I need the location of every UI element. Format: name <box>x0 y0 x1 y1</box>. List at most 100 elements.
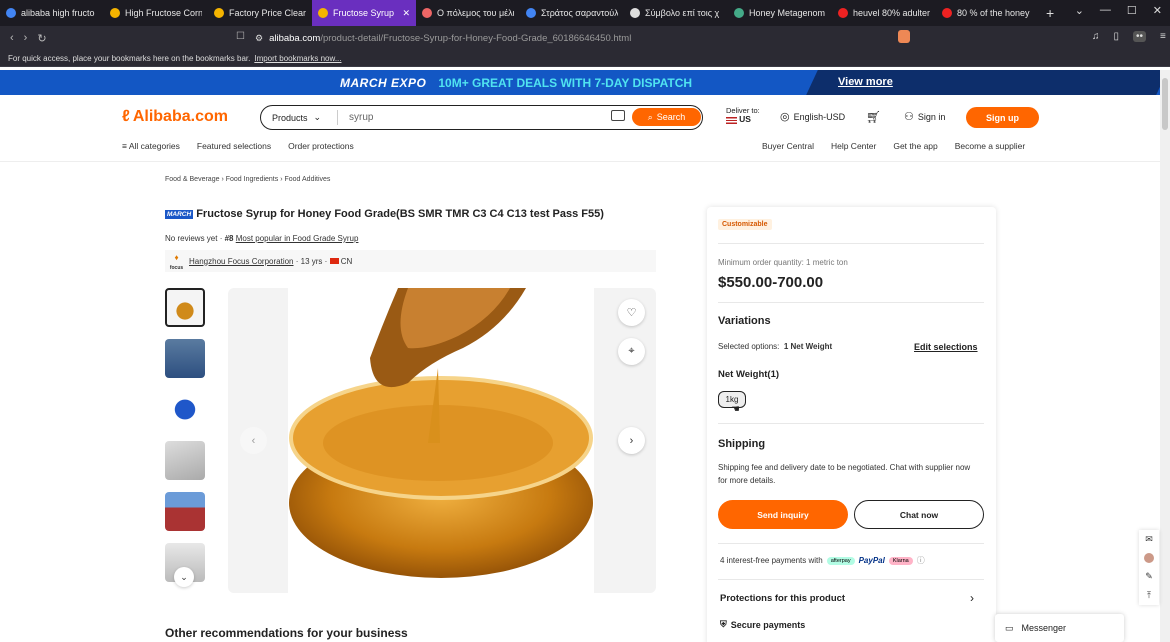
browser-tab[interactable]: Σύμβολο επί τοις χ <box>624 0 728 26</box>
tab-title: High Fructose Corn <box>125 8 202 18</box>
alibaba-logo[interactable]: ℓ Alibaba.com <box>122 108 228 126</box>
browser-tab[interactable]: Ο πόλεμος του μέλι <box>416 0 520 26</box>
search-category-label: Products <box>272 112 308 123</box>
chevron-right-icon[interactable]: › <box>618 427 645 454</box>
browser-tab-strip: alibaba high fructo High Fructose Corn Fac… <box>0 0 1170 26</box>
breadcrumb-item[interactable]: Food Additives <box>285 176 331 183</box>
sidebar-icon[interactable]: ▯ <box>1114 31 1120 42</box>
supplier-link[interactable]: Hangzhou Focus Corporation <box>189 257 294 266</box>
browser-tab[interactable]: High Fructose Corn <box>104 0 208 26</box>
avatar[interactable] <box>1144 553 1154 563</box>
protections-heading[interactable]: Protections for this product <box>720 593 845 604</box>
supplier-years: 13 yrs <box>300 256 323 266</box>
reviews-line: No reviews yet · #8 Most popular in Food… <box>165 234 359 243</box>
chevron-down-icon[interactable]: ⌄ <box>1075 4 1084 17</box>
page-scrollbar[interactable] <box>1160 70 1170 642</box>
browser-tab[interactable]: Honey Metagenom <box>728 0 832 26</box>
heart-icon[interactable]: ♡ <box>618 299 645 326</box>
search-category-select[interactable]: Products ⌄ <box>261 110 338 125</box>
us-flag-icon <box>726 116 737 124</box>
breadcrumb-item[interactable]: Food & Beverage <box>165 176 219 183</box>
help-center[interactable]: Help Center <box>831 141 876 151</box>
back-to-top-icon[interactable]: ⤒ <box>1147 590 1151 601</box>
messenger-button[interactable]: ▭ Messenger <box>995 614 1124 642</box>
featured-selections[interactable]: Featured selections <box>197 141 271 151</box>
chevron-down-icon: ⌄ <box>313 112 322 122</box>
buyer-central[interactable]: Buyer Central <box>762 141 814 151</box>
banner-deals: 10M+ GREAT DEALS WITH 7-DAY DISPATCH <box>438 75 693 90</box>
order-protections[interactable]: Order protections <box>288 141 354 151</box>
language-selector[interactable]: ◎ English-USD <box>780 110 845 123</box>
chevron-down-icon[interactable]: ⌄ <box>174 567 194 587</box>
thumbnail-5[interactable] <box>165 492 205 531</box>
breadcrumb-item[interactable]: Food Ingredients <box>226 176 279 183</box>
search-button-label: Search <box>656 112 686 122</box>
march-tag: MARCH <box>165 209 194 219</box>
chevron-left-icon[interactable]: ‹ <box>240 427 267 454</box>
new-tab-button[interactable]: + <box>1046 5 1054 21</box>
other-recommendations-heading: Other recommendations for your business <box>165 626 408 640</box>
info-icon[interactable]: ⓘ <box>917 555 925 566</box>
browser-tab[interactable]: alibaba high fructo <box>0 0 104 26</box>
language-label: English-USD <box>793 111 846 122</box>
get-the-app[interactable]: Get the app <box>893 141 937 151</box>
edit-selections-link[interactable]: Edit selections <box>914 342 978 352</box>
chevron-right-icon[interactable]: › <box>970 591 974 605</box>
sign-up-button[interactable]: Sign up <box>966 107 1039 128</box>
sign-in-link[interactable]: ⚇ Sign in <box>904 110 945 123</box>
back-icon[interactable]: ‹ <box>10 32 14 45</box>
logo-text: Alibaba.com <box>132 108 228 125</box>
thumbnail-3[interactable] <box>165 390 205 429</box>
send-inquiry-button[interactable]: Send inquiry <box>718 500 848 529</box>
browser-tab[interactable]: Fructose Syrup ✕ <box>312 0 416 26</box>
become-a-supplier[interactable]: Become a supplier <box>955 141 1025 151</box>
divider <box>718 302 984 303</box>
maximize-icon[interactable]: ☐ <box>1127 4 1137 17</box>
rank: #8 <box>224 234 234 243</box>
browser-tab[interactable]: heuvel 80% adulter <box>832 0 936 26</box>
cart-icon[interactable]: 🛒︎ <box>866 110 881 124</box>
shipping-heading: Shipping <box>718 438 766 450</box>
import-bookmarks-link[interactable]: Import bookmarks now... <box>254 54 341 63</box>
reload-icon[interactable]: ↻ <box>37 32 46 45</box>
site-info-icon[interactable]: ⚙ <box>255 33 263 44</box>
thumbnail-4[interactable] <box>165 441 205 480</box>
camera-icon[interactable] <box>611 110 625 121</box>
music-icon[interactable]: ♫ <box>1092 31 1100 42</box>
thumbnail-1[interactable] <box>165 288 205 327</box>
deliver-to[interactable]: Deliver to: US <box>726 106 760 124</box>
browser-tab[interactable]: 80 % of the honey <box>936 0 1040 26</box>
close-icon[interactable]: ✕ <box>1153 4 1162 17</box>
browser-tab[interactable]: Στράτος σαραντούλ <box>520 0 624 26</box>
search-bar: Products ⌄ ⌕ Search <box>260 105 703 130</box>
scrollbar-thumb[interactable] <box>1162 78 1168 130</box>
visual-search-icon[interactable]: ⌖ <box>618 338 645 365</box>
selected-options-label: Selected options: <box>718 342 780 351</box>
tab-favicon-icon <box>214 8 224 18</box>
minimize-icon[interactable]: — <box>1100 4 1111 17</box>
extension-icon[interactable]: •• <box>1133 31 1147 42</box>
search-button[interactable]: ⌕ Search <box>632 108 701 126</box>
bookmark-icon[interactable]: ☐ <box>236 31 245 42</box>
mail-icon[interactable]: ✉ <box>1145 534 1153 545</box>
secure-payments: ⛨ Secure payments <box>720 619 805 630</box>
thumbnail-2[interactable] <box>165 339 205 378</box>
feedback-icon[interactable]: ✎ <box>1145 571 1153 582</box>
product-image[interactable] <box>288 288 594 593</box>
tab-title: alibaba high fructo <box>21 8 95 18</box>
promo-banner[interactable]: MARCH EXPO 10M+ GREAT DEALS WITH 7-DAY D… <box>0 70 1168 95</box>
tab-title: Στράτος σαραντούλ <box>541 8 618 18</box>
bookmarks-bar: For quick access, place your bookmarks h… <box>0 50 1170 67</box>
all-categories[interactable]: ≡ All categories <box>122 141 180 151</box>
view-more-link[interactable]: View more <box>838 76 893 88</box>
address-bar[interactable]: ⚙ alibaba.com/product-detail/Fructose-Sy… <box>255 29 915 47</box>
close-tab-icon[interactable]: ✕ <box>402 8 410 19</box>
search-input[interactable] <box>349 112 599 123</box>
menu-icon[interactable]: ≡ <box>1160 31 1166 42</box>
rank-link[interactable]: Most popular in Food Grade Syrup <box>236 234 359 243</box>
forward-icon[interactable]: › <box>24 32 28 45</box>
shield-icon[interactable] <box>898 30 910 43</box>
browser-tab[interactable]: Factory Price Clear <box>208 0 312 26</box>
url-path: /product-detail/Fructose-Syrup-for-Honey… <box>320 32 632 44</box>
chat-now-button[interactable]: Chat now <box>854 500 984 529</box>
